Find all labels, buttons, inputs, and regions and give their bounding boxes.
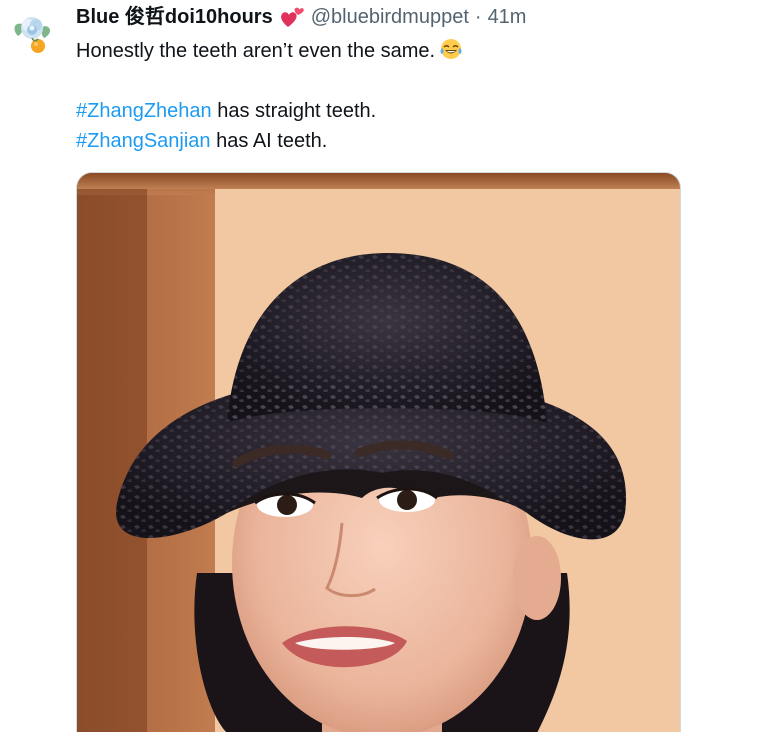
author-handle[interactable]: @bluebirdmuppet [311, 4, 469, 30]
two-hearts-emoji-icon [279, 5, 305, 29]
tweet-text-line-3-rest: has AI teeth. [210, 130, 328, 152]
tears-of-joy-emoji-icon [439, 37, 463, 61]
tweet-text: Honestly the teeth aren’t even the same.… [76, 36, 736, 156]
tweet-header: Blue 俊哲doi10hours @bluebirdmuppet · 41m [76, 4, 526, 30]
tweet[interactable]: Blue 俊哲doi10hours @bluebirdmuppet · 41m … [0, 0, 777, 732]
flower-avatar-icon [8, 8, 56, 56]
meta-separator: · [474, 6, 482, 28]
author-display-name[interactable]: Blue 俊哲doi10hours [76, 4, 273, 30]
tweet-timestamp[interactable]: 41m [488, 4, 527, 30]
tweet-text-line-3: #ZhangSanjian has AI teeth. [76, 126, 736, 156]
author-avatar[interactable] [8, 8, 56, 56]
tweet-text-line-2-rest: has straight teeth. [211, 100, 377, 122]
hashtag-link-zhangzhehan[interactable]: #ZhangZhehan [76, 100, 212, 122]
hashtag-link-zhangsanjian[interactable]: #ZhangSanjian [76, 130, 211, 152]
tweet-text-line-1: Honestly the teeth aren’t even the same. [76, 36, 736, 66]
tweet-text-line-2: #ZhangZhehan has straight teeth. [76, 96, 736, 126]
tweet-photo[interactable] [76, 172, 681, 732]
tweet-text-line-1-content: Honestly the teeth aren’t even the same. [76, 40, 436, 62]
photo-portrait-man-bucket-hat [77, 173, 680, 732]
